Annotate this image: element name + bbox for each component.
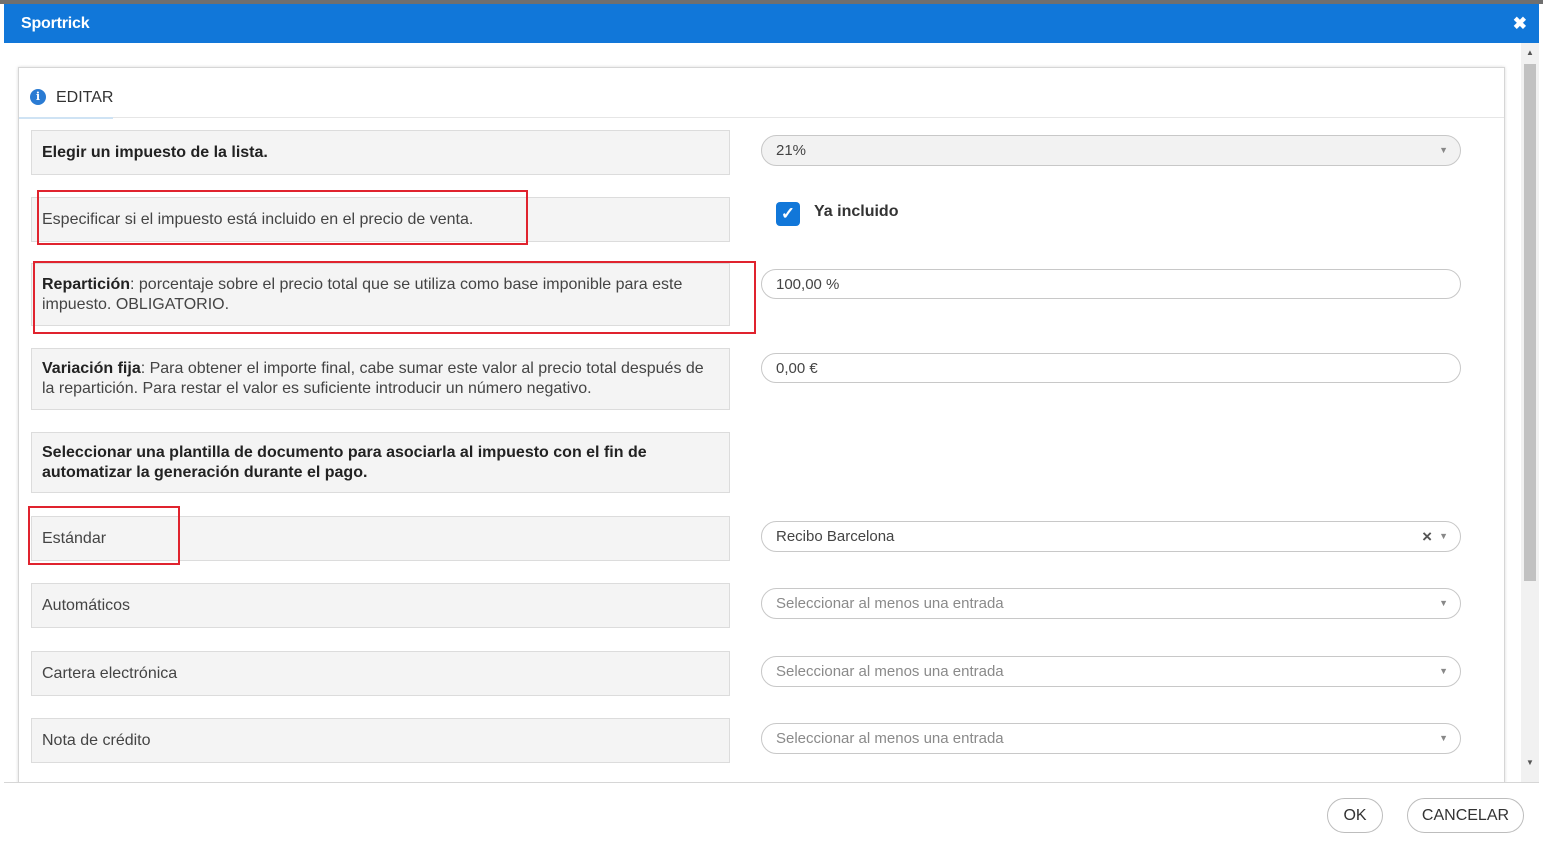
- split-label-box: Repartición: porcentaje sobre el precio …: [31, 263, 730, 326]
- split-input-value: 100,00 %: [776, 276, 840, 293]
- automatic-select-placeholder: Seleccionar al menos una entrada: [776, 595, 1004, 612]
- split-label-text: : porcentaje sobre el precio total que s…: [42, 275, 683, 313]
- fixed-input-value: 0,00 €: [776, 360, 818, 377]
- included-checkbox-label: Ya incluido: [814, 203, 899, 220]
- credit-select[interactable]: Seleccionar al menos una entrada ▼: [761, 723, 1461, 754]
- wallet-label-box: Cartera electrónica: [31, 651, 730, 696]
- fixed-label-bold: Variación fija: [42, 360, 141, 377]
- included-label: Especificar si el impuesto está incluido…: [42, 210, 474, 228]
- chevron-down-icon: ▼: [1439, 531, 1448, 541]
- credit-label-box: Nota de crédito: [31, 718, 730, 763]
- standard-select-value: Recibo Barcelona: [776, 528, 895, 545]
- credit-label: Nota de crédito: [42, 731, 151, 749]
- tax-label-box: Elegir un impuesto de la lista.: [31, 130, 730, 175]
- tab-label: EDITAR: [56, 89, 114, 106]
- wallet-label: Cartera electrónica: [42, 664, 178, 682]
- tax-select-value: 21%: [776, 142, 807, 159]
- scroll-up-icon[interactable]: ▲: [1526, 48, 1534, 57]
- template-heading-box: Seleccionar una plantilla de documento p…: [31, 432, 730, 493]
- standard-select[interactable]: Recibo Barcelona × ▼: [761, 521, 1461, 552]
- split-input[interactable]: 100,00 %: [761, 269, 1461, 299]
- automatic-label-box: Automáticos: [31, 583, 730, 628]
- panel-header: i EDITAR: [19, 68, 1504, 119]
- fixed-label-box: Variación fija: Para obtener el importe …: [31, 348, 730, 410]
- included-label-box: Especificar si el impuesto está incluido…: [31, 197, 730, 242]
- clear-icon[interactable]: ×: [1422, 522, 1432, 551]
- standard-label-box: Estándar: [31, 516, 730, 561]
- included-checkbox[interactable]: ✓: [776, 202, 800, 226]
- dialog-titlebar: Sportrick ✖: [4, 4, 1539, 43]
- scroll-down-icon[interactable]: ▼: [1526, 758, 1534, 767]
- dialog-title: Sportrick: [21, 15, 90, 32]
- wallet-select[interactable]: Seleccionar al menos una entrada ▼: [761, 656, 1461, 687]
- split-label-bold: Repartición: [42, 275, 131, 293]
- tax-select[interactable]: 21% ▼: [761, 135, 1461, 166]
- tab-editar[interactable]: i EDITAR: [19, 68, 113, 119]
- scrollbar-thumb[interactable]: [1524, 64, 1536, 581]
- fixed-input[interactable]: 0,00 €: [761, 353, 1461, 383]
- tax-label: Elegir un impuesto de la lista.: [42, 143, 268, 161]
- checkmark-icon: ✓: [780, 204, 796, 223]
- info-icon: i: [30, 89, 46, 105]
- standard-label: Estándar: [42, 529, 107, 547]
- chevron-down-icon: ▼: [1439, 145, 1448, 155]
- template-heading: Seleccionar una plantilla de documento p…: [42, 443, 647, 481]
- fixed-label-text: : Para obtener el importe final, cabe su…: [42, 360, 704, 397]
- vertical-scrollbar[interactable]: ▲ ▼: [1521, 43, 1539, 782]
- ok-button[interactable]: OK: [1327, 798, 1383, 833]
- dialog-footer: OK CANCELAR: [4, 782, 1539, 851]
- cancel-button[interactable]: CANCELAR: [1407, 798, 1524, 833]
- chevron-down-icon: ▼: [1439, 733, 1448, 743]
- dialog-body: i EDITAR Elegir un impuesto de la lista.…: [4, 43, 1539, 782]
- close-icon[interactable]: ✖: [1513, 14, 1527, 34]
- chevron-down-icon: ▼: [1439, 666, 1448, 676]
- automatic-label: Automáticos: [42, 596, 131, 614]
- wallet-select-placeholder: Seleccionar al menos una entrada: [776, 663, 1004, 680]
- credit-select-placeholder: Seleccionar al menos una entrada: [776, 730, 1004, 747]
- automatic-select[interactable]: Seleccionar al menos una entrada ▼: [761, 588, 1461, 619]
- chevron-down-icon: ▼: [1439, 598, 1448, 608]
